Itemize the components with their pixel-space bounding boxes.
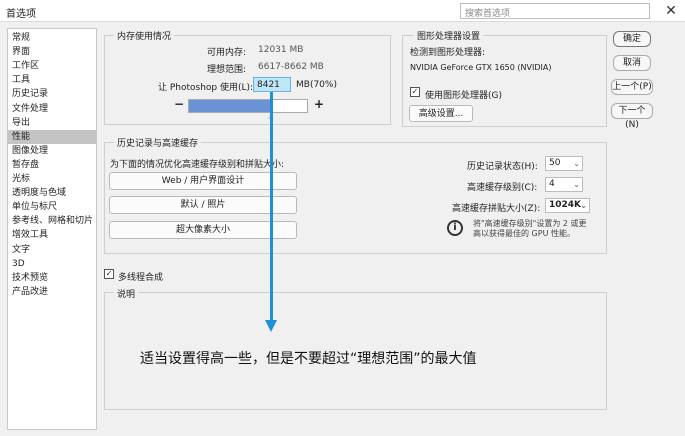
- cache-levels-select[interactable]: 4 ⌄: [545, 177, 583, 192]
- use-gpu-label: 使用图形处理器(G): [425, 91, 502, 101]
- sidebar-item[interactable]: 图像处理: [8, 144, 96, 158]
- ok-button[interactable]: 确定: [613, 31, 651, 47]
- memory-group-title: 内存使用情况: [114, 29, 175, 42]
- sidebar-item[interactable]: 透明度与色域: [8, 186, 96, 200]
- sidebar-item[interactable]: 常规: [8, 31, 96, 45]
- photoshop-memory-label: 让 Photoshop 使用(L):: [158, 83, 254, 93]
- next-button[interactable]: 下一个(N): [611, 103, 653, 130]
- available-memory-value: 12031 MB: [258, 45, 304, 55]
- available-memory-label: 可用内存:: [207, 48, 247, 58]
- cache-tile-size-select[interactable]: 1024K ⌄: [545, 198, 590, 213]
- history-states-label: 历史记录状态(H):: [467, 162, 538, 172]
- sidebar-item[interactable]: 历史记录: [8, 87, 96, 101]
- use-gpu-checkbox[interactable]: ✓: [410, 87, 420, 97]
- annotation-arrow-line: [270, 92, 273, 322]
- optimize-cache-label: 为下面的情况优化高速缓存级别和拼贴大小:: [110, 160, 285, 170]
- sidebar-item[interactable]: 文件处理: [8, 102, 96, 116]
- cache-tile-size-label: 高速缓存拼贴大小(Z):: [452, 204, 541, 214]
- ideal-range-label: 理想范围:: [207, 65, 247, 75]
- sidebar-item[interactable]: 界面: [8, 45, 96, 59]
- sidebar-item[interactable]: 单位与标尺: [8, 200, 96, 214]
- search-input[interactable]: 搜索首选项: [460, 3, 650, 19]
- prev-button[interactable]: 上一个(P): [611, 79, 653, 95]
- sidebar-item[interactable]: 光标: [8, 172, 96, 186]
- sidebar-item[interactable]: 文字: [8, 243, 96, 257]
- close-icon[interactable]: ✕: [662, 2, 680, 20]
- sidebar-item[interactable]: 性能: [8, 129, 96, 144]
- memory-slider-fill: [189, 100, 272, 112]
- multithread-checkbox[interactable]: ✓: [104, 269, 114, 279]
- window-title: 首选项: [6, 9, 36, 20]
- increase-memory-button[interactable]: +: [314, 97, 324, 111]
- sidebar-item[interactable]: 工作区: [8, 59, 96, 73]
- memory-unit-label: MB(70%): [296, 80, 337, 90]
- sidebar-item[interactable]: 3D: [8, 257, 96, 271]
- sidebar-item[interactable]: 增效工具: [8, 228, 96, 242]
- sidebar-item[interactable]: 暂存盘: [8, 158, 96, 172]
- sidebar: 常规 界面 工作区 工具 历史记录 文件处理 导出 性能 图像处理 暂存盘 光标 透明度与色域 单位与标…: [7, 28, 97, 430]
- memory-slider-track[interactable]: [188, 99, 308, 113]
- multithread-label: 多线程合成: [118, 273, 164, 283]
- annotation-text: 适当设置得高一些，但是不要超过“理想范围”的最大值: [140, 351, 477, 367]
- detected-gpu-label: 检测到图形处理器:: [410, 48, 486, 58]
- annotation-arrow-head: [265, 320, 277, 332]
- default-photo-button[interactable]: 默认 / 照片: [109, 196, 297, 214]
- history-cache-group-title: 历史记录与高速缓存: [114, 136, 202, 149]
- gpu-name: NVIDIA GeForce GTX 1650 (NVIDIA): [410, 63, 552, 72]
- gpu-group-title: 图形处理器设置: [414, 29, 484, 42]
- history-states-select[interactable]: 50 ⌄: [545, 156, 583, 171]
- cache-levels-label: 高速缓存级别(C):: [467, 183, 538, 193]
- decrease-memory-button[interactable]: −: [174, 97, 184, 111]
- advanced-settings-button[interactable]: 高级设置...: [409, 105, 473, 122]
- sidebar-item[interactable]: 参考线、网格和切片: [8, 214, 96, 228]
- cancel-button[interactable]: 取消: [613, 55, 651, 71]
- memory-input[interactable]: 8421: [253, 77, 291, 92]
- sidebar-item[interactable]: 产品改进: [8, 285, 96, 299]
- ideal-range-value: 6617-8662 MB: [258, 62, 324, 72]
- cache-info-text-2: 高以获得最佳的 GPU 性能。: [473, 229, 575, 238]
- sidebar-item[interactable]: 导出: [8, 116, 96, 130]
- info-icon: i: [447, 220, 463, 236]
- web-ui-design-button[interactable]: Web / 用户界面设计: [109, 172, 297, 190]
- description-group-title: 说明: [114, 287, 139, 300]
- sidebar-item[interactable]: 工具: [8, 73, 96, 87]
- sidebar-item[interactable]: 技术预览: [8, 271, 96, 285]
- huge-pixel-button[interactable]: 超大像素大小: [109, 221, 297, 239]
